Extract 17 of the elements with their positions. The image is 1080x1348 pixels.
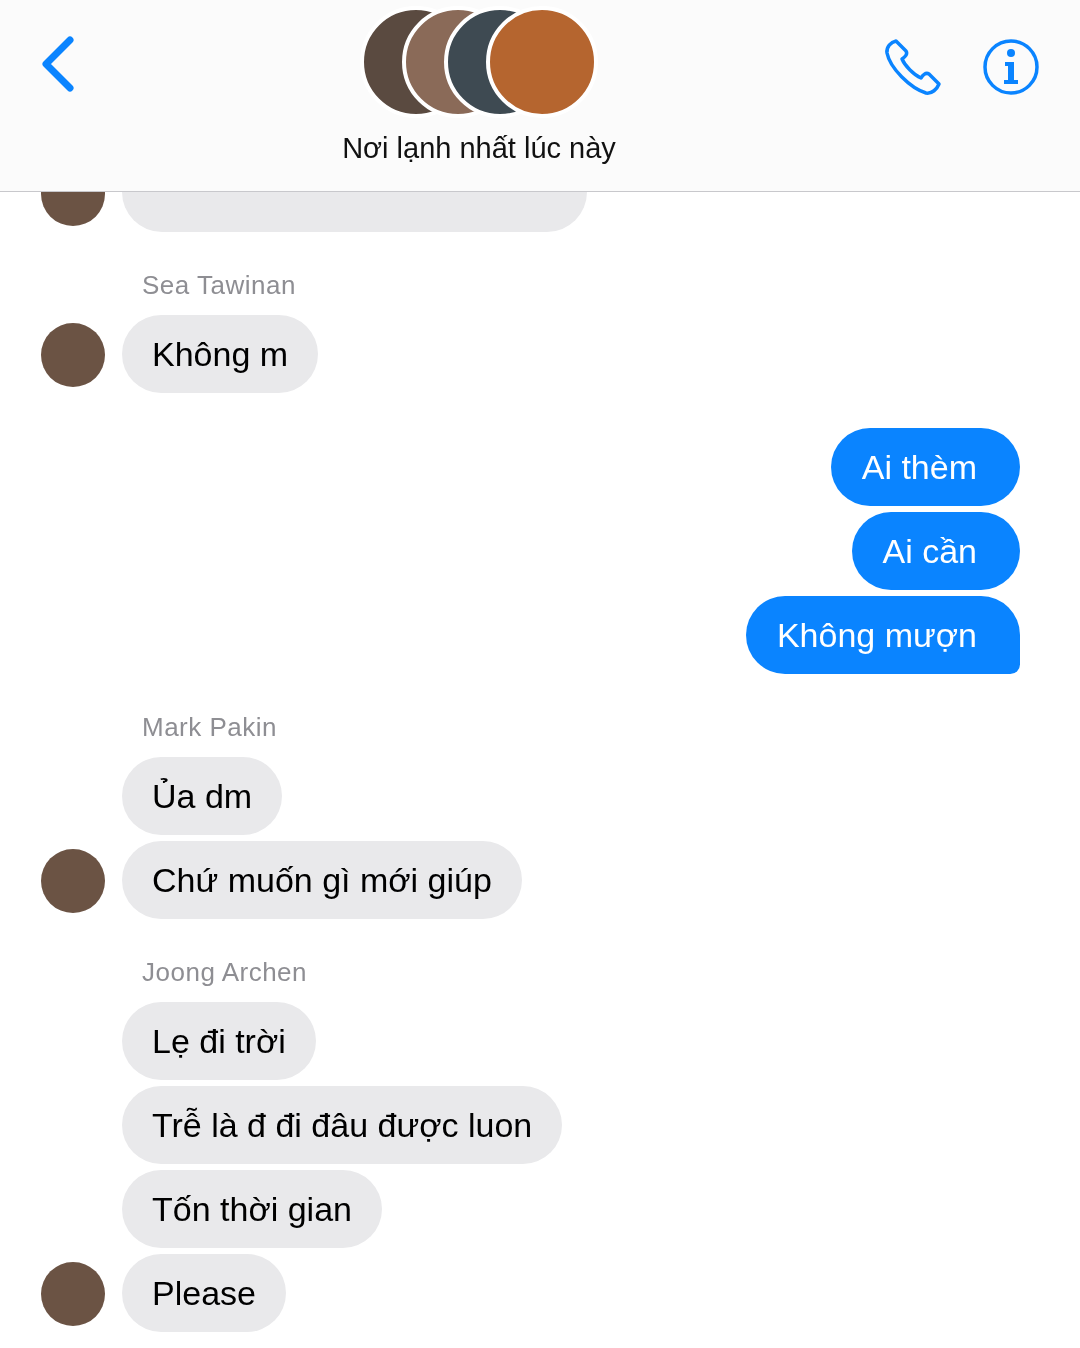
message-bubble: Ủa dm: [122, 757, 283, 835]
info-icon[interactable]: [982, 38, 1040, 96]
message-bubble: Không mượn: [745, 596, 1020, 674]
sender-name: Mark Pakin: [142, 712, 279, 743]
phone-icon[interactable]: [884, 38, 942, 96]
message-bubble: Trễ là đ đi đâu được luon: [122, 1086, 563, 1164]
message-bubble: Lẹ đi trời: [122, 1002, 316, 1080]
message-bubble: Tốn thời gian: [122, 1170, 382, 1248]
message-bubble: Chứ muốn gì mới giúp: [122, 841, 522, 919]
message-bubble: Please: [122, 1254, 286, 1332]
chat-title: Nơi lạnh nhất lúc này: [342, 132, 616, 165]
sender-name: Joong Archen: [142, 957, 308, 988]
back-icon[interactable]: [40, 36, 74, 92]
sender-name: Sea Tawinan: [142, 270, 297, 301]
message-bubble: Không m: [122, 315, 319, 393]
message-bubble: Ai thèm: [830, 428, 1020, 506]
message-bubble: Ai cần: [851, 512, 1020, 590]
